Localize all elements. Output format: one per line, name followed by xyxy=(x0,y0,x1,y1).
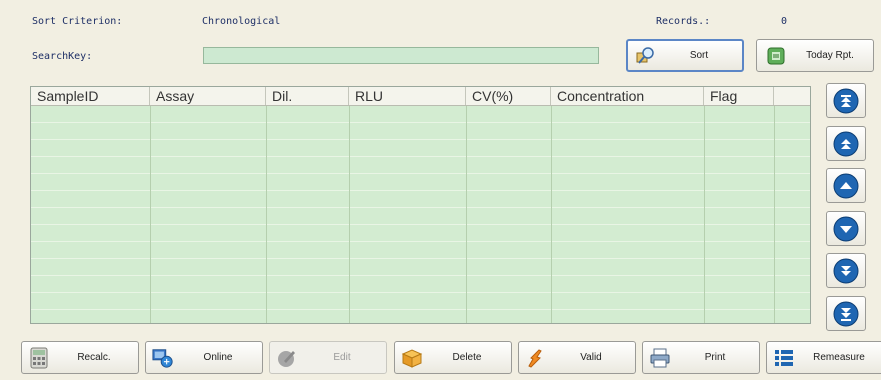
valid-button[interactable]: Valid xyxy=(518,341,636,374)
arrow-down-icon xyxy=(833,216,859,241)
edit-button[interactable]: Edit xyxy=(269,341,387,374)
edit-icon xyxy=(276,347,298,369)
column-divider xyxy=(704,106,705,323)
column-header-concentration[interactable]: Concentration xyxy=(551,87,704,105)
valid-label: Valid xyxy=(580,352,602,363)
column-header-rlu[interactable]: RLU xyxy=(349,87,466,105)
print-label: Print xyxy=(704,352,726,363)
today-report-label: Today Rpt. xyxy=(806,50,854,61)
valid-pencil-icon xyxy=(525,347,547,369)
column-header-spacer xyxy=(774,87,810,105)
table-body[interactable] xyxy=(31,106,810,323)
column-divider xyxy=(266,106,267,323)
sort-criterion-label: Sort Criterion: xyxy=(32,16,123,27)
scroll-bottom-icon xyxy=(833,301,859,326)
sort-magnifier-icon xyxy=(634,45,656,67)
online-network-icon xyxy=(152,347,174,369)
table-header: SampleID Assay Dil. RLU CV(%) Concentrat… xyxy=(31,87,810,106)
printer-icon xyxy=(649,347,671,369)
column-divider xyxy=(551,106,552,323)
sort-criterion-value: Chronological xyxy=(202,16,281,27)
edit-label: Edit xyxy=(333,352,351,363)
line-down-button[interactable] xyxy=(826,211,866,246)
column-header-dil[interactable]: Dil. xyxy=(266,87,349,105)
today-report-button[interactable]: Today Rpt. xyxy=(756,39,874,72)
recalc-button[interactable]: Recalc. xyxy=(21,341,139,374)
page-down-icon xyxy=(833,258,859,283)
column-header-assay[interactable]: Assay xyxy=(150,87,266,105)
column-divider xyxy=(349,106,350,323)
delete-button[interactable]: Delete xyxy=(394,341,512,374)
list-icon xyxy=(773,347,795,369)
page-up-button[interactable] xyxy=(826,126,866,161)
online-label: Online xyxy=(203,352,233,363)
column-header-flag[interactable]: Flag xyxy=(704,87,774,105)
arrow-up-icon xyxy=(833,173,859,198)
column-divider xyxy=(150,106,151,323)
records-label: Records.: xyxy=(656,16,711,27)
results-table[interactable]: SampleID Assay Dil. RLU CV(%) Concentrat… xyxy=(30,86,811,324)
search-key-label: SearchKey: xyxy=(32,51,93,62)
column-header-cv[interactable]: CV(%) xyxy=(466,87,551,105)
search-key-input[interactable] xyxy=(203,47,599,64)
sort-button[interactable]: Sort xyxy=(626,39,744,72)
page-down-button[interactable] xyxy=(826,253,866,288)
records-count: 0 xyxy=(781,16,788,27)
calculator-icon xyxy=(28,347,50,369)
remeasure-label: Remeasure xyxy=(813,352,865,363)
line-up-button[interactable] xyxy=(826,168,866,203)
recalc-label: Recalc. xyxy=(77,352,111,363)
scroll-top-icon xyxy=(833,88,859,113)
scroll-bottom-button[interactable] xyxy=(826,296,866,331)
report-icon xyxy=(765,45,787,67)
column-header-sampleid[interactable]: SampleID xyxy=(31,87,150,105)
sort-button-label: Sort xyxy=(689,50,709,61)
column-divider xyxy=(774,106,775,323)
scroll-top-button[interactable] xyxy=(826,83,866,118)
print-button[interactable]: Print xyxy=(642,341,760,374)
delete-label: Delete xyxy=(452,352,482,363)
online-button[interactable]: Online xyxy=(145,341,263,374)
column-divider xyxy=(466,106,467,323)
remeasure-button[interactable]: Remeasure xyxy=(766,341,881,374)
delete-box-icon xyxy=(401,347,423,369)
page-up-icon xyxy=(833,131,859,156)
